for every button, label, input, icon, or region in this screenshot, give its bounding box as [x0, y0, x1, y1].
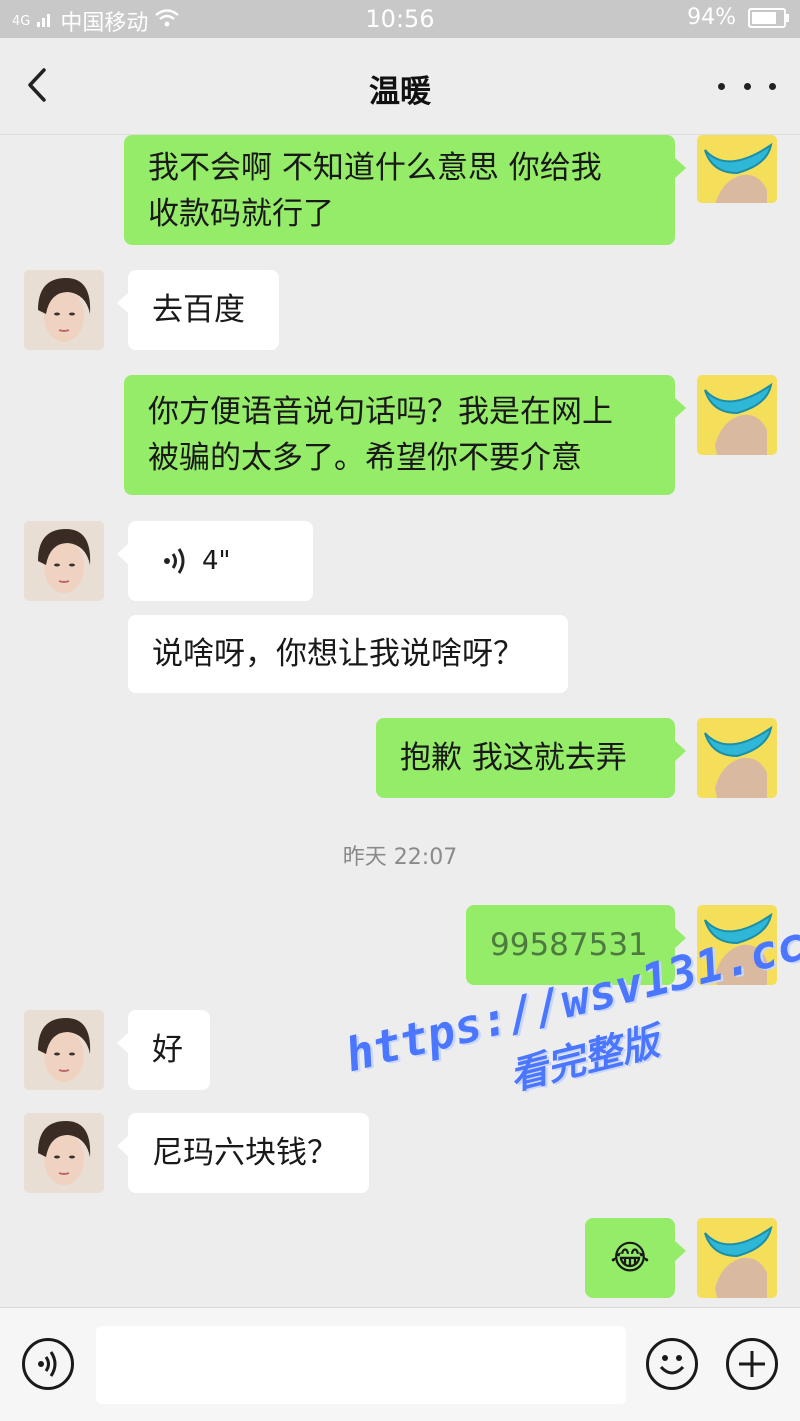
my-avatar[interactable] — [697, 375, 777, 455]
message-text: 去百度 — [152, 292, 245, 328]
more-dot — [769, 82, 776, 90]
my-avatar[interactable] — [697, 135, 777, 203]
more-button[interactable] — [718, 66, 776, 106]
message-text: 我不会啊 不知道什么意思 你给我 — [148, 150, 602, 186]
my-avatar[interactable] — [697, 718, 777, 798]
chat-header: 温暖 — [0, 38, 800, 135]
message-text: 收款码就行了 — [148, 196, 334, 232]
voice-wave-icon — [164, 548, 185, 574]
voice-mode-icon — [38, 1351, 57, 1377]
message-bubble-received[interactable]: 去百度 — [117, 270, 279, 350]
more-dot — [743, 82, 751, 90]
voice-message-bubble[interactable]: 4" — [117, 521, 313, 601]
emoji-icon — [659, 1355, 685, 1375]
contact-avatar[interactable] — [24, 1113, 104, 1193]
banana-avatar-image — [697, 1218, 777, 1298]
banana-avatar-image — [697, 135, 777, 203]
message-bubble-sent[interactable]: 抱歉 我这就去弄 — [376, 718, 686, 798]
message-list[interactable]: 我不会啊 不知道什么意思 你给我 收款码就行了 去百度 你方便语音说句话吗？我是… — [0, 135, 800, 1307]
message-bubble-sent[interactable]: 99587531 — [466, 905, 686, 985]
voice-duration: 4" — [202, 546, 231, 576]
message-bubble-received[interactable]: 说啥呀，你想让我说啥呀？ — [128, 615, 568, 693]
input-bar — [0, 1307, 800, 1421]
contact-avatar[interactable] — [24, 521, 104, 601]
contact-avatar[interactable] — [24, 270, 104, 350]
banana-avatar-image — [697, 375, 777, 455]
message-input[interactable] — [96, 1326, 626, 1404]
banana-avatar-image — [697, 718, 777, 798]
battery-fill — [752, 11, 776, 24]
woman-avatar-image — [24, 270, 104, 350]
emoji-button[interactable] — [646, 1338, 698, 1390]
message-bubble-sent[interactable]: 我不会啊 不知道什么意思 你给我 收款码就行了 — [124, 135, 686, 245]
message-text: 被骗的太多了。希望你不要介意 — [148, 440, 582, 476]
woman-avatar-image — [24, 521, 104, 601]
my-avatar[interactable] — [697, 1218, 777, 1298]
my-avatar[interactable] — [697, 905, 777, 985]
battery-percent: 94% — [687, 5, 736, 30]
battery-icon — [748, 7, 789, 28]
message-text: 你方便语音说句话吗？我是在网上 — [148, 394, 613, 430]
message-bubble-sent[interactable]: 你方便语音说句话吗？我是在网上 被骗的太多了。希望你不要介意 — [124, 375, 686, 495]
message-timestamp: 昨天 22:07 — [342, 845, 458, 870]
message-bubble-received[interactable]: 尼玛六块钱？ — [117, 1113, 369, 1193]
back-button[interactable] — [18, 60, 62, 110]
message-text: 抱歉 我这就去弄 — [400, 740, 627, 776]
voice-mode-button[interactable] — [22, 1338, 74, 1390]
message-text: 99587531 — [490, 927, 648, 963]
message-text: 好 — [152, 1032, 183, 1068]
message-text: 说啥呀，你想让我说啥呀？ — [152, 636, 524, 672]
emoji-message-bubble[interactable]: 😂 — [585, 1218, 686, 1298]
status-bar: 4G 中国移动 10:56 94% — [0, 0, 800, 38]
woman-avatar-image — [24, 1113, 104, 1193]
voice-message-content: 4" — [152, 521, 289, 601]
contact-avatar[interactable] — [24, 1010, 104, 1090]
plus-icon — [739, 1351, 765, 1377]
woman-avatar-image — [24, 1010, 104, 1090]
chevron-left-icon — [28, 68, 46, 102]
message-bubble-received[interactable]: 好 — [117, 1010, 210, 1090]
clock: 10:56 — [365, 5, 435, 33]
more-functions-button[interactable] — [726, 1338, 778, 1390]
banana-avatar-image — [697, 905, 777, 985]
more-dots-icon — [718, 82, 725, 90]
status-right: 94% — [687, 5, 789, 30]
chat-title: 温暖 — [369, 74, 431, 110]
laughing-emoji-icon: 😂 — [610, 1238, 650, 1278]
message-text: 尼玛六块钱？ — [152, 1135, 338, 1171]
